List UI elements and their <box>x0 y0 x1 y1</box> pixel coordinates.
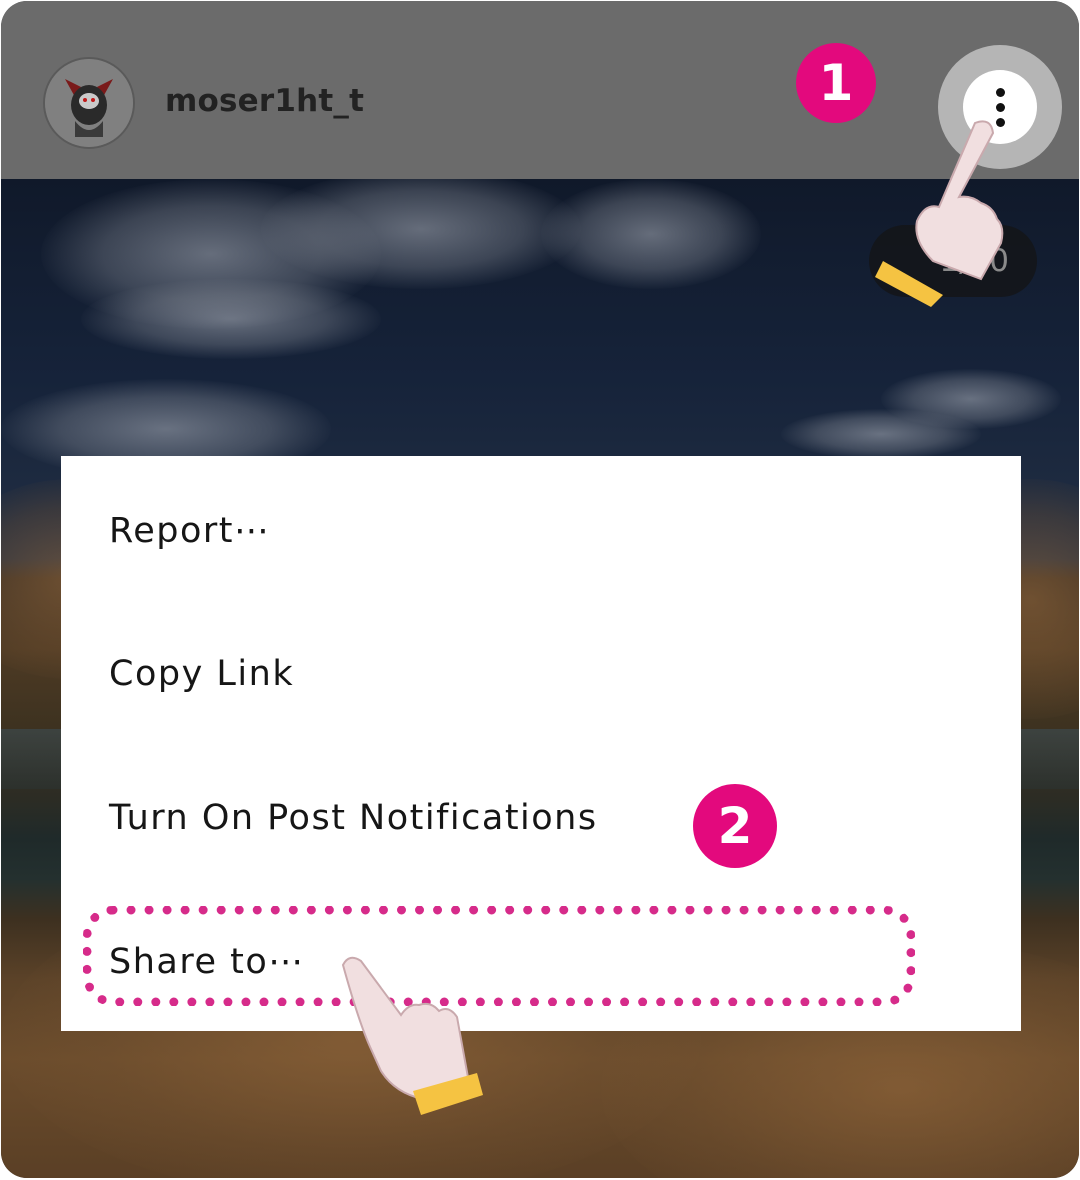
user-avatar[interactable] <box>43 57 135 149</box>
pointing-hand-icon <box>875 120 1004 307</box>
menu-item-report[interactable]: Report⋯ <box>109 511 271 551</box>
more-vertical-icon <box>995 87 1005 97</box>
step-1-badge: 1 <box>796 43 876 123</box>
app-frame: moser1ht_t 1 1/10 Report⋯ Copy Link Turn… <box>1 1 1079 1178</box>
step-2-badge: 2 <box>693 784 777 868</box>
menu-item-copy-link[interactable]: Copy Link <box>109 654 294 694</box>
share-to-highlight <box>83 906 915 1006</box>
username[interactable]: moser1ht_t <box>165 83 364 119</box>
avatar-icon <box>45 59 133 147</box>
pointing-hand-icon-2 <box>341 956 483 1115</box>
menu-item-post-notifications[interactable]: Turn On Post Notifications <box>109 798 598 838</box>
